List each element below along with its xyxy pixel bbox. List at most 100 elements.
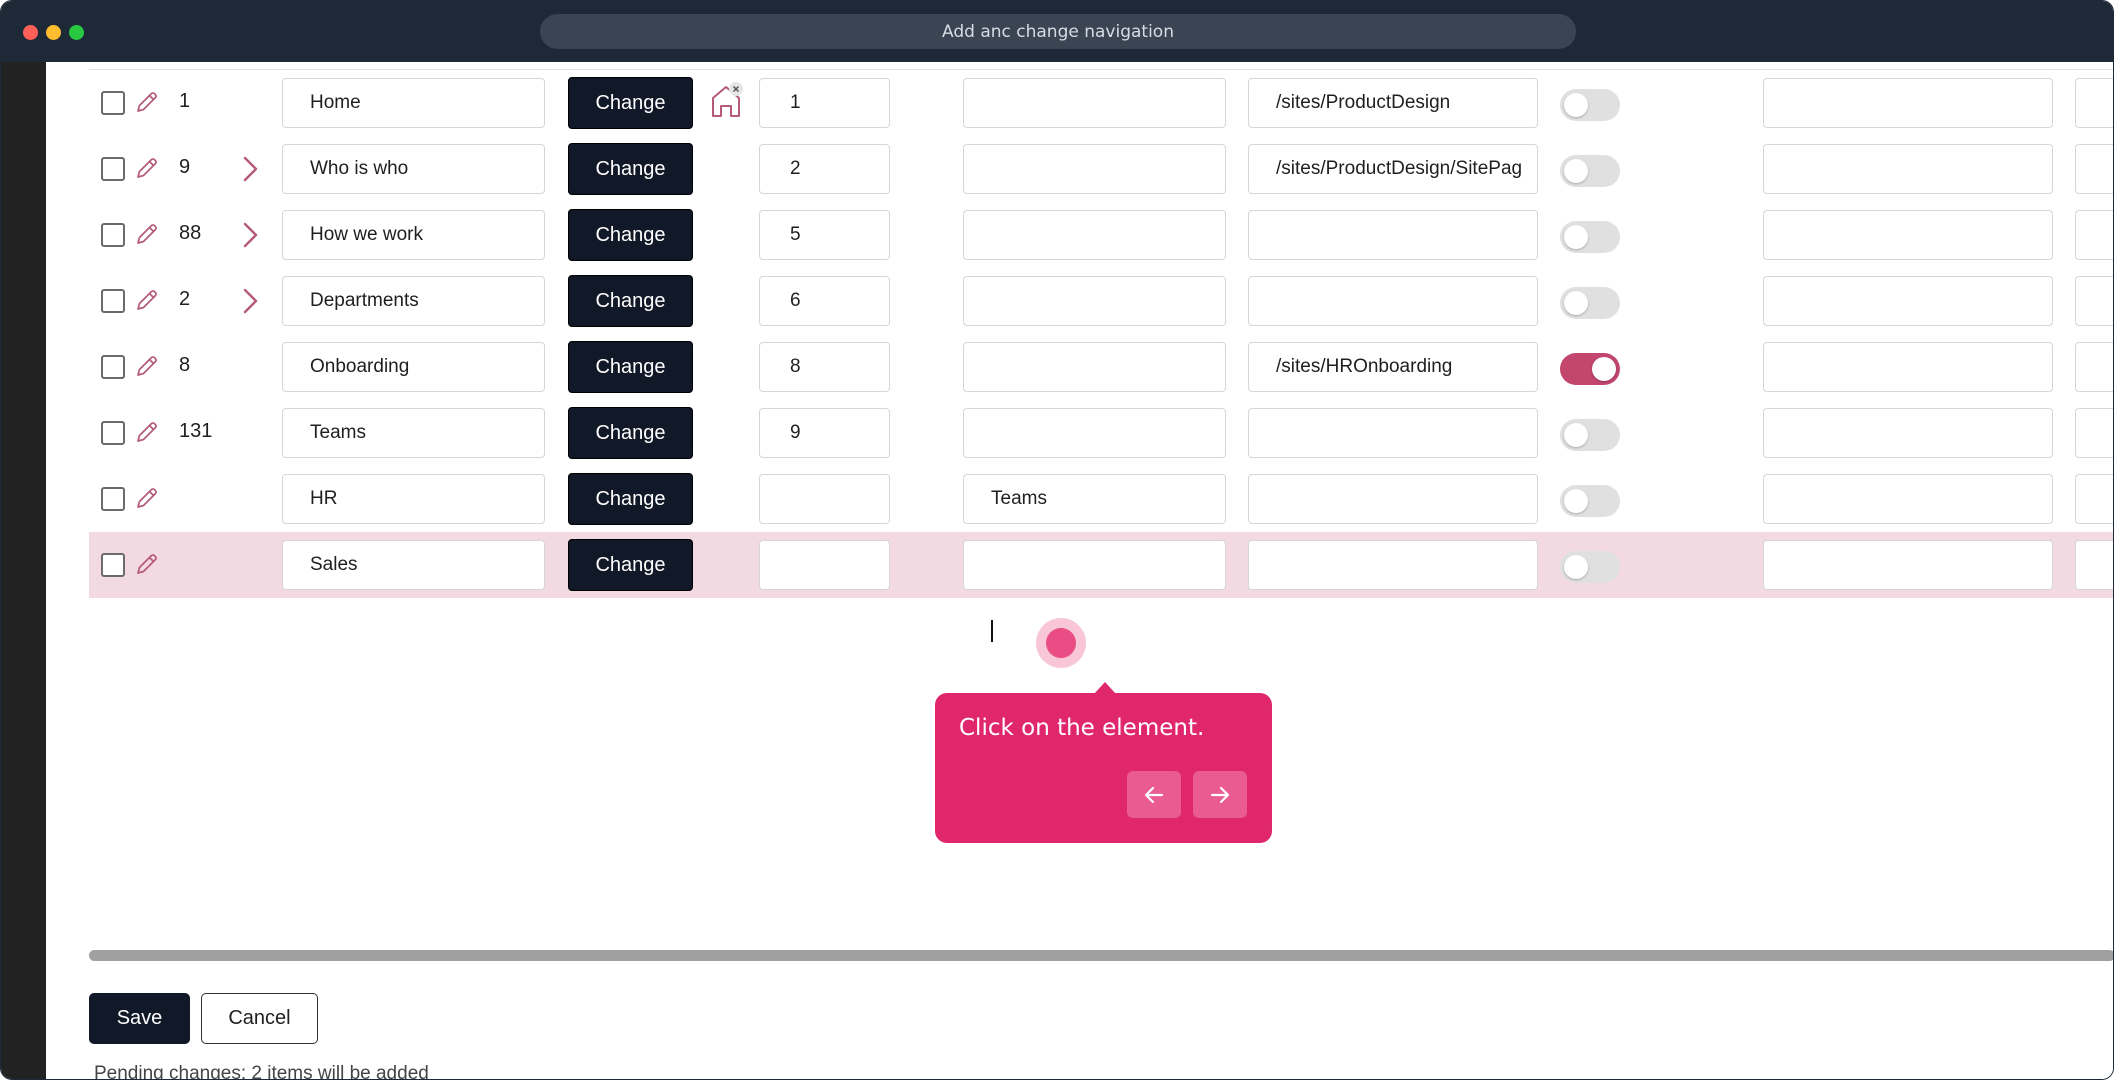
title-input[interactable]: Sales xyxy=(282,540,545,590)
parent-input[interactable] xyxy=(963,540,1226,590)
extra-input[interactable] xyxy=(1763,210,2053,260)
order-input[interactable] xyxy=(759,474,890,524)
change-button[interactable]: Change xyxy=(568,539,693,591)
pencil-icon[interactable] xyxy=(133,154,161,182)
table-row: 2 Departments Change 6 xyxy=(89,268,2113,334)
parent-input[interactable] xyxy=(963,408,1226,458)
overflow-input[interactable] xyxy=(2075,144,2113,194)
change-button[interactable]: Change xyxy=(568,473,693,525)
title-input[interactable]: Home xyxy=(282,78,545,128)
order-input[interactable]: 8 xyxy=(759,342,890,392)
address-bar[interactable]: Add anc change navigation xyxy=(540,14,1576,49)
row-checkbox[interactable] xyxy=(101,553,125,577)
change-button[interactable]: Change xyxy=(568,275,693,327)
extra-input[interactable] xyxy=(1763,78,2053,128)
row-toggle[interactable] xyxy=(1560,89,1620,121)
pencil-icon[interactable] xyxy=(133,418,161,446)
row-toggle[interactable] xyxy=(1560,485,1620,517)
table-row: 1 Home Change 1/sites/ProductDesign xyxy=(89,70,2113,136)
extra-input[interactable] xyxy=(1763,474,2053,524)
overflow-input[interactable] xyxy=(2075,408,2113,458)
pencil-icon[interactable] xyxy=(133,352,161,380)
close-window-button[interactable] xyxy=(23,25,38,40)
change-button[interactable]: Change xyxy=(568,407,693,459)
overflow-input[interactable] xyxy=(2075,78,2113,128)
url-input[interactable] xyxy=(1248,540,1538,590)
parent-input[interactable] xyxy=(963,210,1226,260)
parent-input[interactable] xyxy=(963,144,1226,194)
extra-input[interactable] xyxy=(1763,276,2053,326)
parent-input[interactable] xyxy=(963,342,1226,392)
cancel-button[interactable]: Cancel xyxy=(201,993,318,1044)
overflow-input[interactable] xyxy=(2075,474,2113,524)
url-input[interactable] xyxy=(1248,408,1538,458)
overflow-input[interactable] xyxy=(2075,276,2113,326)
change-button[interactable]: Change xyxy=(568,143,693,195)
pencil-icon[interactable] xyxy=(133,550,161,578)
order-input[interactable]: 9 xyxy=(759,408,890,458)
horizontal-scrollbar[interactable] xyxy=(89,950,2113,961)
url-input[interactable] xyxy=(1248,474,1538,524)
tooltip-next-button[interactable] xyxy=(1193,771,1247,818)
row-toggle[interactable] xyxy=(1560,353,1620,385)
title-input[interactable]: Who is who xyxy=(282,144,545,194)
change-button[interactable]: Change xyxy=(568,77,693,129)
overflow-input[interactable] xyxy=(2075,210,2113,260)
extra-input[interactable] xyxy=(1763,342,2053,392)
extra-input[interactable] xyxy=(1763,540,2053,590)
parent-input[interactable] xyxy=(963,276,1226,326)
navigation-editor: 1 Home Change 1/sites/ProductDesign 9 Who is … xyxy=(46,62,2113,1080)
order-input[interactable]: 1 xyxy=(759,78,890,128)
order-input[interactable]: 6 xyxy=(759,276,890,326)
save-button[interactable]: Save xyxy=(89,993,190,1044)
url-input[interactable]: /sites/ProductDesign/SitePag xyxy=(1248,144,1538,194)
url-input[interactable] xyxy=(1248,276,1538,326)
parent-input[interactable] xyxy=(963,78,1226,128)
title-input[interactable]: HR xyxy=(282,474,545,524)
change-button[interactable]: Change xyxy=(568,341,693,393)
chevron-right-icon[interactable] xyxy=(239,154,263,184)
order-input[interactable] xyxy=(759,540,890,590)
tooltip-prev-button[interactable] xyxy=(1127,771,1181,818)
url-input[interactable] xyxy=(1248,210,1538,260)
row-checkbox[interactable] xyxy=(101,421,125,445)
hotspot-dot-icon[interactable] xyxy=(1046,628,1076,658)
pencil-icon[interactable] xyxy=(133,286,161,314)
overflow-input[interactable] xyxy=(2075,342,2113,392)
row-checkbox[interactable] xyxy=(101,355,125,379)
row-checkbox[interactable] xyxy=(101,223,125,247)
title-input[interactable]: Departments xyxy=(282,276,545,326)
order-input[interactable]: 5 xyxy=(759,210,890,260)
url-input[interactable]: /sites/HROnboarding xyxy=(1248,342,1538,392)
order-input[interactable]: 2 xyxy=(759,144,890,194)
chevron-right-icon[interactable] xyxy=(239,286,263,316)
pencil-icon[interactable] xyxy=(133,484,161,512)
title-input[interactable]: Onboarding xyxy=(282,342,545,392)
title-input[interactable]: How we work xyxy=(282,210,545,260)
change-button[interactable]: Change xyxy=(568,209,693,261)
title-input[interactable]: Teams xyxy=(282,408,545,458)
title-bar: Add anc change navigation xyxy=(1,1,2113,62)
parent-input[interactable]: Teams xyxy=(963,474,1226,524)
pencil-icon[interactable] xyxy=(133,88,161,116)
row-toggle[interactable] xyxy=(1560,419,1620,451)
row-checkbox[interactable] xyxy=(101,289,125,313)
pencil-icon[interactable] xyxy=(133,220,161,248)
overflow-input[interactable] xyxy=(2075,540,2113,590)
toggle-knob xyxy=(1564,225,1588,249)
row-checkbox[interactable] xyxy=(101,91,125,115)
extra-input[interactable] xyxy=(1763,408,2053,458)
url-input[interactable]: /sites/ProductDesign xyxy=(1248,78,1538,128)
chevron-right-icon[interactable] xyxy=(239,220,263,250)
row-toggle[interactable] xyxy=(1560,155,1620,187)
row-toggle[interactable] xyxy=(1560,551,1620,583)
pending-changes-text: Pending changes: 2 items will be added xyxy=(94,1063,429,1080)
extra-input[interactable] xyxy=(1763,144,2053,194)
row-toggle[interactable] xyxy=(1560,221,1620,253)
minimize-window-button[interactable] xyxy=(46,25,61,40)
row-checkbox[interactable] xyxy=(101,487,125,511)
maximize-window-button[interactable] xyxy=(69,25,84,40)
row-checkbox[interactable] xyxy=(101,157,125,181)
row-toggle[interactable] xyxy=(1560,287,1620,319)
home-icon[interactable] xyxy=(706,80,746,120)
